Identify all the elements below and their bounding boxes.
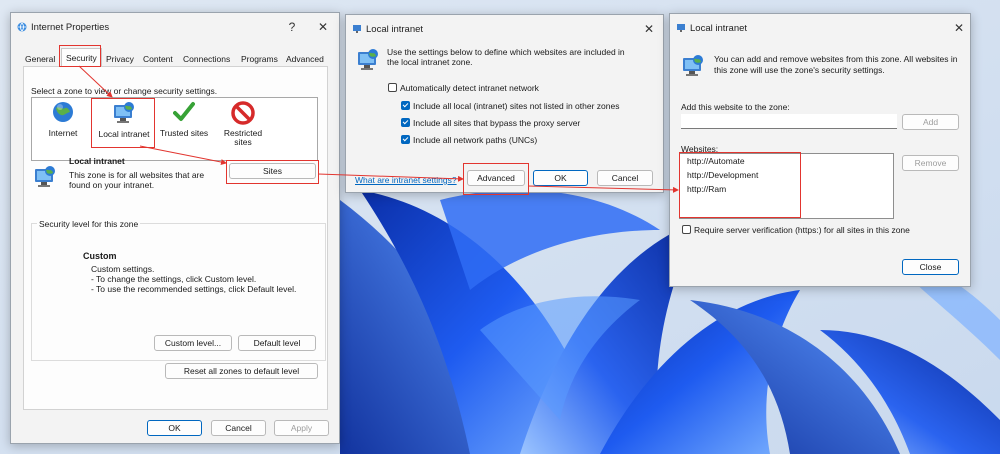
apply-label: Apply [290,423,313,433]
include-bypass-proxy-checkbox[interactable] [401,118,410,127]
close-button[interactable]: ✕ [639,21,659,37]
annotation-websites [679,152,801,218]
zone-trusted-sites[interactable]: Trusted sites [157,101,211,151]
window-title: Local intranet [366,24,424,35]
cancel-label: Cancel [611,173,639,183]
local-intranet-window: Local intranet ✕ Use the settings below … [345,14,664,195]
app-icon [17,22,27,32]
annotation-local-intranet [91,98,155,148]
add-website-label: Add this website to the zone: [681,102,790,112]
window-title: Local intranet [690,23,748,34]
intro-text: You can add and remove websites from thi… [714,54,958,75]
default-level-label: Default level [253,338,301,348]
local-intranet-icon [683,55,703,76]
window-title: Internet Properties [31,22,110,33]
ok-button[interactable]: OK [533,170,588,186]
add-button: Add [902,114,959,130]
level-line-3: - To use the recommended settings, click… [91,284,297,294]
remove-button-label: Remove [914,158,947,168]
auto-detect-checkbox[interactable] [388,83,397,92]
add-button-label: Add [922,117,939,127]
local-intranet-icon [358,49,378,70]
add-website-input[interactable] [681,114,897,129]
annotation-sites [226,160,319,184]
cancel-button[interactable]: Cancel [211,420,266,436]
include-local-sites-label: Include all local (intranet) sites not l… [413,101,620,111]
include-unc-checkbox[interactable] [401,135,410,144]
zone-trusted-sites-label: Trusted sites [159,128,209,138]
checkmark-icon [173,102,195,121]
zone-description: This zone is for all websites that are f… [69,170,205,190]
cancel-button[interactable]: Cancel [597,170,653,186]
intranet-settings-link[interactable]: What are intranet settings? [355,175,457,185]
intro-text: Use the settings below to define which w… [387,47,625,67]
ok-button[interactable]: OK [147,420,202,436]
globe-icon [53,102,73,122]
include-unc-label: Include all network paths (UNCs) [413,135,538,145]
zone-restricted-sites[interactable]: Restricted sites [217,101,269,155]
title-bar: Local intranet ✕ [346,15,663,43]
app-icon [677,23,687,33]
help-button[interactable]: ? [282,19,302,35]
default-level-button[interactable]: Default level [238,335,316,351]
reset-label: Reset all zones to default level [183,366,300,376]
custom-level-button[interactable]: Custom level... [154,335,232,351]
zone-restricted-sites-label: Restricted sites [223,128,263,147]
reset-all-zones-button[interactable]: Reset all zones to default level [165,363,318,379]
require-verification-label: Require server verification (https:) for… [694,225,910,235]
require-verification-checkbox[interactable] [682,225,691,234]
title-bar: Local intranet ✕ [670,14,970,42]
close-button-label: Close [919,262,942,272]
zone-internet-label: Internet [48,128,78,138]
local-intranet-sites-window: Local intranet ✕ You can add and remove … [669,13,971,287]
zone-internet[interactable]: Internet [41,101,85,151]
close-button[interactable]: ✕ [313,19,333,35]
remove-button: Remove [902,155,959,171]
annotation-advanced [463,163,529,195]
annotation-security-tab [59,45,101,67]
level-line-2: - To change the settings, click Custom l… [91,274,257,284]
cancel-label: Cancel [225,423,252,433]
internet-properties-window: Internet Properties ? ✕ General Security… [10,12,340,444]
auto-detect-label: Automatically detect intranet network [400,83,539,93]
custom-level-label: Custom level... [164,338,222,348]
desktop: Internet Properties ? ✕ General Security… [0,0,1000,454]
select-zone-text: Select a zone to view or change security… [31,86,218,96]
local-intranet-icon [35,166,55,187]
apply-button: Apply [274,420,329,436]
ok-label: OK [168,423,181,433]
include-bypass-proxy-label: Include all sites that bypass the proxy … [413,118,581,128]
close-button[interactable]: ✕ [949,20,969,36]
ok-label: OK [554,173,567,183]
security-level-label: Security level for this zone [37,219,141,229]
zone-title: Local intranet [69,156,125,166]
title-bar: Internet Properties ? ✕ [11,13,339,41]
app-icon [353,24,363,34]
close-dialog-button[interactable]: Close [902,259,959,275]
level-line-1: Custom settings. [91,264,155,274]
security-level-name: Custom [83,251,117,261]
include-local-sites-checkbox[interactable] [401,101,410,110]
no-entry-icon [231,101,255,125]
